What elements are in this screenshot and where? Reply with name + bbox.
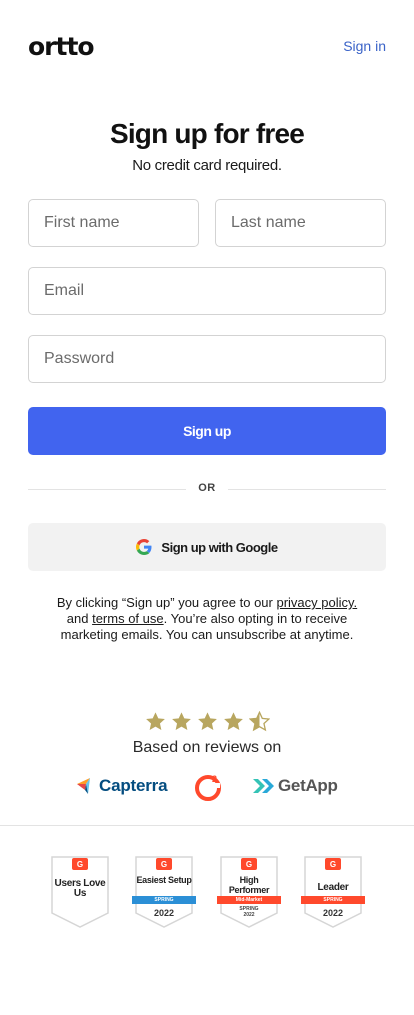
badge-users-love-us: G Users Love Us <box>50 855 110 929</box>
privacy-policy-link[interactable]: privacy policy. <box>276 595 357 610</box>
svg-text:G: G <box>330 860 336 869</box>
reviews-caption: Based on reviews on <box>132 739 282 756</box>
ortto-logo[interactable]: ortto <box>28 32 95 61</box>
star-icon <box>197 712 217 730</box>
badge-title: Users Love Us <box>54 878 106 899</box>
legal-text: By clicking “Sign up” you agree to our p… <box>52 595 362 643</box>
g2-badges: G Users Love Us G Easiest Setup SPRING 2… <box>0 855 414 931</box>
star-icon <box>145 712 165 730</box>
or-divider: OR <box>28 480 386 498</box>
legal-part2: and <box>66 611 93 626</box>
password-input[interactable] <box>29 336 385 382</box>
half-star-icon <box>248 711 270 732</box>
page-title: Sign up for free <box>109 118 305 149</box>
rating-stars <box>0 711 414 732</box>
google-icon <box>136 539 152 555</box>
legal-part1: By clicking “Sign up” you agree to our <box>56 595 277 610</box>
badge-easiest-setup: G Easiest Setup SPRING 2022 <box>132 855 196 929</box>
badge-ribbon: Mid-Market <box>217 896 281 904</box>
sign-in-link[interactable]: Sign in <box>343 38 386 54</box>
badge-year: 2022 <box>243 912 255 918</box>
capterra-arrow-icon <box>77 778 90 794</box>
getapp-logo[interactable]: GetApp <box>253 776 338 796</box>
email-input[interactable] <box>29 268 385 314</box>
getapp-arrows-icon <box>253 779 274 793</box>
g2-logo[interactable]: 2 <box>194 773 222 801</box>
divider-line-right <box>228 489 386 490</box>
email-field-wrapper <box>28 267 386 315</box>
badge-ribbon: SPRING <box>301 896 365 904</box>
terms-of-use-link[interactable]: terms of use <box>92 611 164 626</box>
badge-year: 2022 <box>153 908 175 918</box>
badge-high-performer: G High Performer Mid-Market SPRING 2022 <box>217 855 281 929</box>
page-subtitle: No credit card required. <box>132 157 282 174</box>
svg-text:G: G <box>77 860 83 869</box>
svg-text:G: G <box>161 860 167 869</box>
google-signup-label: Sign up with Google <box>161 539 278 555</box>
password-field-wrapper <box>28 335 386 383</box>
badge-ribbon: SPRING <box>132 896 196 904</box>
badge-title: Leader <box>317 882 349 893</box>
getapp-label: GetApp <box>278 776 338 795</box>
last-name-field-wrapper <box>215 199 386 247</box>
or-label: OR <box>198 482 216 494</box>
capterra-logo[interactable]: Capterra <box>77 776 168 796</box>
section-divider <box>0 825 414 826</box>
badge-leader: G Leader SPRING 2022 <box>301 855 365 929</box>
g2-superscript: 2 <box>212 774 217 784</box>
svg-text:G: G <box>246 860 252 869</box>
last-name-input[interactable] <box>216 200 385 246</box>
google-signup-button[interactable]: Sign up with Google <box>28 523 386 571</box>
header: ortto Sign in <box>28 30 386 64</box>
capterra-label: Capterra <box>99 776 168 795</box>
badge-title: High Performer <box>228 875 270 895</box>
first-name-input[interactable] <box>29 200 198 246</box>
star-icon <box>171 712 191 730</box>
badge-title: Easiest Setup <box>136 875 192 885</box>
star-icon <box>223 712 243 730</box>
sign-up-button[interactable]: Sign up <box>28 407 386 455</box>
first-name-field-wrapper <box>28 199 199 247</box>
badge-year: 2022 <box>322 908 344 918</box>
review-sites: Capterra 2 GetApp <box>0 772 414 802</box>
